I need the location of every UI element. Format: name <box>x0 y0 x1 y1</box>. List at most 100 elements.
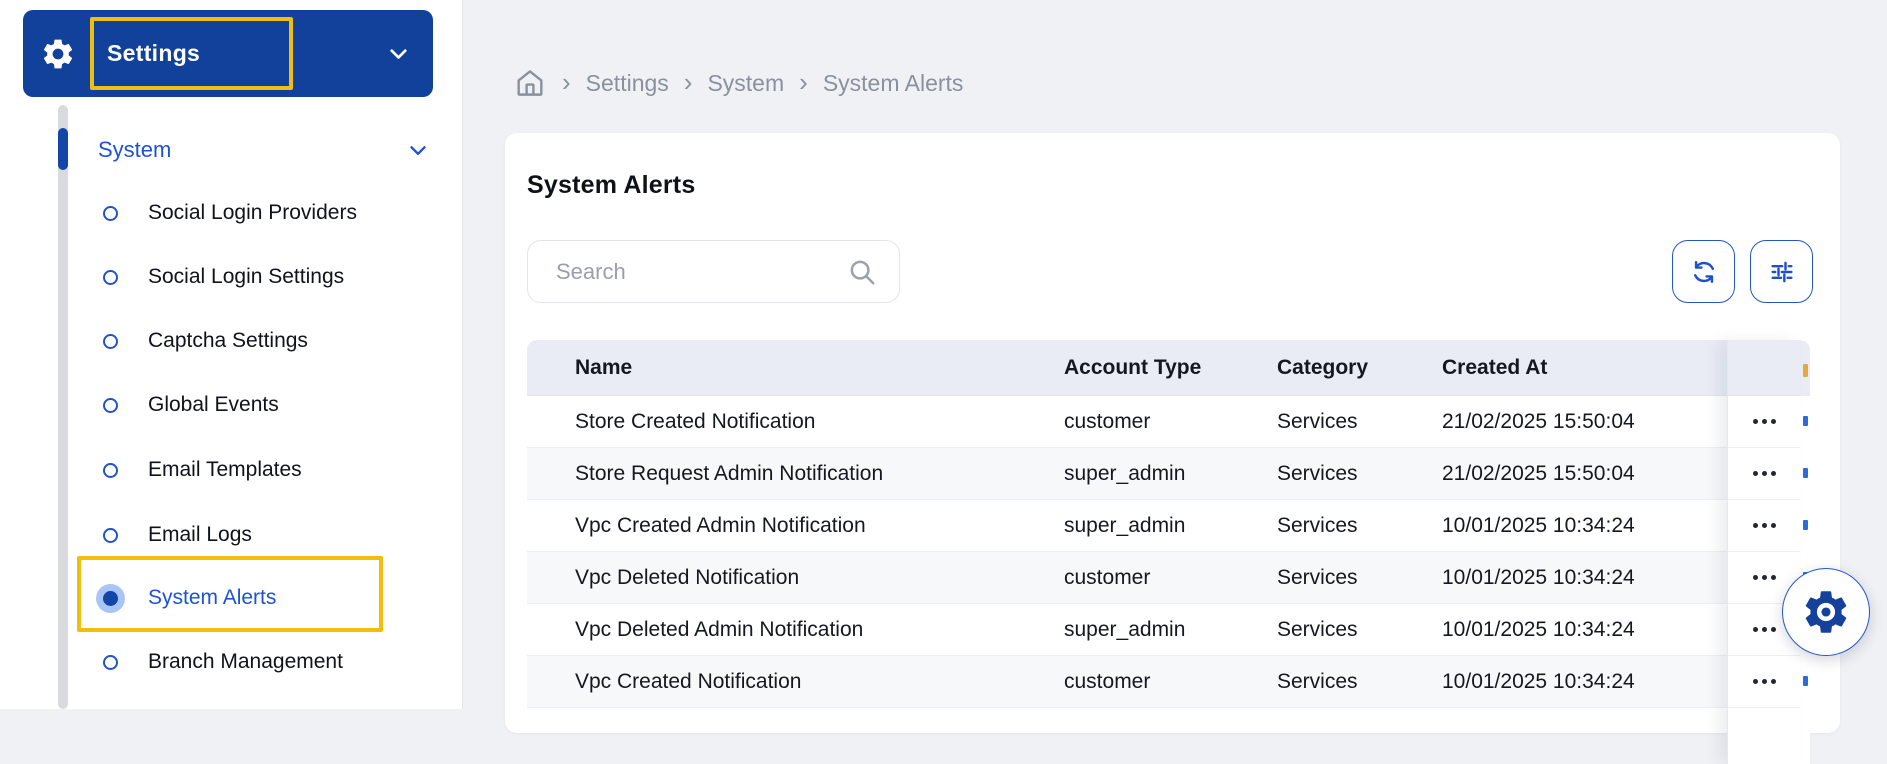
cell-name: Store Created Notification <box>575 409 816 433</box>
breadcrumb-system-alerts: System Alerts <box>822 69 964 96</box>
sidebar-item-label: Global Events <box>148 393 279 416</box>
hidden-column-fragment <box>1803 520 1808 530</box>
sidebar-header-settings[interactable]: Settings <box>23 10 433 97</box>
table-row[interactable]: Vpc Created Admin Notification super_adm… <box>527 500 1810 552</box>
table-row[interactable]: Store Created Notification customer Serv… <box>527 396 1810 448</box>
cell-account-type: super_admin <box>1064 513 1186 537</box>
actions-column-header <box>1728 340 1800 396</box>
radio-bullet-icon <box>103 527 118 543</box>
sidebar-group-system[interactable]: System <box>98 127 438 173</box>
chevron-down-icon[interactable] <box>385 40 412 67</box>
column-header-name[interactable]: Name <box>527 356 1064 380</box>
table-row[interactable]: Vpc Deleted Notification customer Servic… <box>527 552 1810 604</box>
sidebar-item-social-login-settings[interactable]: Social Login Settings <box>96 253 426 301</box>
actions-column <box>1727 340 1800 764</box>
cell-name: Vpc Created Admin Notification <box>575 513 866 537</box>
cell-name: Vpc Created Notification <box>575 669 802 693</box>
hidden-column-fragment <box>1803 364 1808 377</box>
cell-name: Store Request Admin Notification <box>575 461 884 485</box>
filter-button[interactable] <box>1750 240 1813 303</box>
magnifier-icon <box>850 260 875 284</box>
breadcrumb-separator: › <box>562 66 571 97</box>
table-row[interactable]: Vpc Created Notification customer Servic… <box>527 656 1810 708</box>
cell-category: Services <box>1277 513 1358 537</box>
cell-category: Services <box>1277 617 1358 641</box>
hidden-column-fragment <box>1803 468 1808 478</box>
table-row[interactable]: Vpc Deleted Admin Notification super_adm… <box>527 604 1810 656</box>
content-card: System Alerts Name Account Type Category… <box>505 133 1840 764</box>
gear-icon <box>43 39 73 68</box>
cell-account-type: customer <box>1064 409 1151 433</box>
refresh-button[interactable] <box>1672 240 1735 303</box>
breadcrumb-separator: › <box>683 66 693 97</box>
sidebar-group-label: System <box>98 137 172 162</box>
chevron-down-icon <box>410 146 426 155</box>
row-actions-button[interactable] <box>1728 656 1800 708</box>
overflow-column-sliver <box>1800 340 1810 764</box>
table-row[interactable]: Store Request Admin Notification super_a… <box>527 448 1810 500</box>
column-header-account-type[interactable]: Account Type <box>1064 356 1277 380</box>
cell-name: Vpc Deleted Notification <box>575 565 800 589</box>
sidebar-tree-track <box>58 105 68 709</box>
sidebar-item-social-login-providers[interactable]: Social Login Providers <box>96 189 426 237</box>
radio-bullet-icon <box>103 462 118 478</box>
search-input[interactable] <box>528 241 847 302</box>
cell-name: Vpc Deleted Admin Notification <box>575 617 864 641</box>
ellipsis-icon <box>1752 419 1776 424</box>
cell-category: Services <box>1277 565 1358 589</box>
cell-account-type: customer <box>1064 669 1151 693</box>
sidebar: Settings System Social Login Providers S… <box>0 0 463 709</box>
radio-bullet-icon <box>103 333 118 349</box>
sidebar-item-global-events[interactable]: Global Events <box>96 381 426 429</box>
sidebar-item-captcha-settings[interactable]: Captcha Settings <box>96 317 426 365</box>
sidebar-item-label: Captcha Settings <box>148 329 308 352</box>
sidebar-item-label: System Alerts <box>148 586 277 609</box>
ellipsis-icon <box>1752 627 1776 632</box>
sliders-icon <box>1770 261 1793 282</box>
cell-account-type: customer <box>1064 565 1151 589</box>
sidebar-tree-active-marker <box>58 128 68 170</box>
column-header-category[interactable]: Category <box>1277 356 1442 380</box>
row-actions-button[interactable] <box>1728 396 1800 448</box>
row-actions-button[interactable] <box>1728 448 1800 500</box>
sidebar-item-label: Branch Management <box>148 650 343 673</box>
cell-category: Services <box>1277 409 1358 433</box>
radio-bullet-icon <box>103 269 118 285</box>
cell-account-type: super_admin <box>1064 461 1186 485</box>
breadcrumb-system[interactable]: System <box>707 70 784 97</box>
system-alerts-table: Name Account Type Category Created At St… <box>527 340 1810 764</box>
ellipsis-icon <box>1752 575 1776 580</box>
ellipsis-icon <box>1752 523 1776 528</box>
refresh-icon <box>1693 260 1714 283</box>
sidebar-item-label: Social Login Settings <box>148 265 345 288</box>
floating-settings-button[interactable] <box>1782 568 1870 656</box>
sidebar-header-label: Settings <box>107 40 201 66</box>
breadcrumb-separator: › <box>799 66 808 97</box>
sidebar-item-system-alerts[interactable]: System Alerts <box>96 574 426 622</box>
radio-bullet-icon <box>103 654 118 670</box>
radio-bullet-icon <box>103 397 118 413</box>
hidden-column-fragment <box>1803 676 1808 686</box>
breadcrumb: › Settings › System › System Alerts <box>513 60 963 106</box>
breadcrumb-settings[interactable]: Settings <box>586 70 669 97</box>
sidebar-item-email-templates[interactable]: Email Templates <box>96 446 426 494</box>
cell-account-type: super_admin <box>1064 617 1186 641</box>
home-icon[interactable] <box>513 65 547 101</box>
cell-category: Services <box>1277 669 1358 693</box>
ellipsis-icon <box>1752 471 1776 476</box>
sidebar-item-branch-management[interactable]: Branch Management <box>96 638 426 686</box>
row-actions-button[interactable] <box>1728 500 1800 552</box>
gear-icon <box>1805 591 1847 633</box>
sidebar-item-label: Social Login Providers <box>148 201 357 224</box>
radio-bullet-icon <box>103 205 118 221</box>
sidebar-item-label: Email Templates <box>148 458 302 481</box>
hidden-column-fragment <box>1803 416 1808 426</box>
page-title: System Alerts <box>527 171 696 199</box>
radio-selected-icon <box>96 583 125 613</box>
table-header-row: Name Account Type Category Created At <box>527 340 1810 396</box>
sidebar-item-label: Email Logs <box>148 523 252 546</box>
ellipsis-icon <box>1752 679 1776 684</box>
cell-category: Services <box>1277 461 1358 485</box>
sidebar-item-email-logs[interactable]: Email Logs <box>96 511 426 559</box>
search-box <box>527 240 900 303</box>
